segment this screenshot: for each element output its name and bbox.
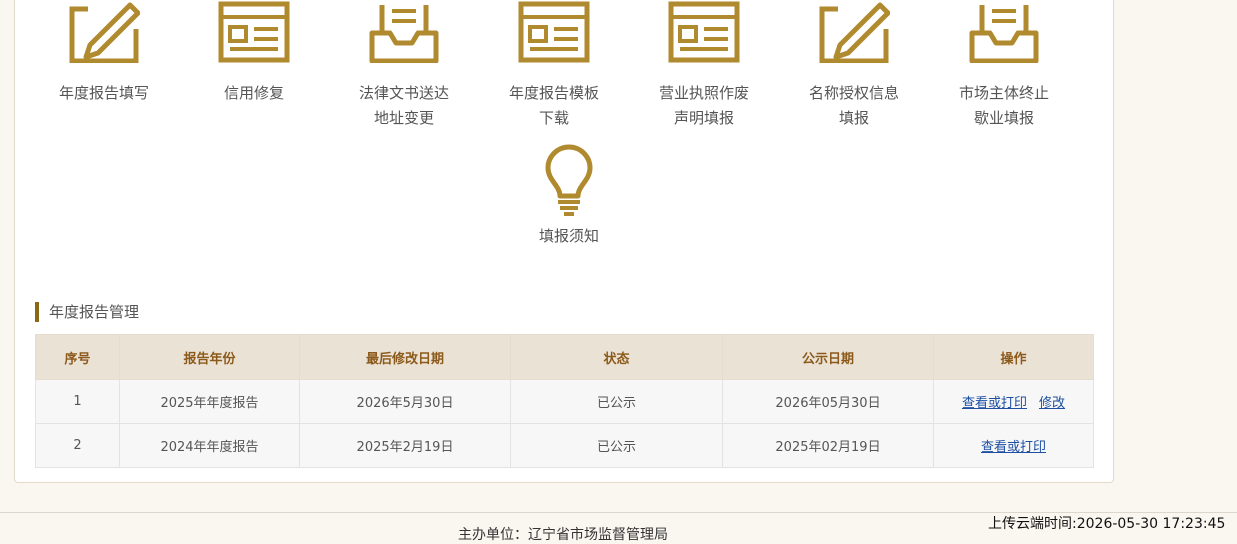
func-label: 营业执照作废 声明填报 bbox=[658, 84, 749, 127]
edit-pencil-icon bbox=[69, 2, 140, 63]
annual-report-table: 序号 报告年份 最后修改日期 状态 公示日期 操作 1 2025年年度报告 20… bbox=[35, 334, 1094, 468]
edit-link[interactable]: 修改 bbox=[1039, 396, 1065, 411]
cell-actions: 查看或打印 bbox=[933, 423, 1094, 468]
inbox-tray-icon bbox=[969, 5, 1039, 63]
func-label: 年度报告填写 bbox=[58, 84, 149, 102]
cell-no: 1 bbox=[35, 379, 120, 424]
col-header-actions: 操作 bbox=[933, 334, 1094, 380]
func-entity-termination[interactable]: 市场主体终止 歇业填报 bbox=[929, 1, 1079, 127]
section-title: 年度报告管理 bbox=[35, 302, 139, 322]
cell-year: 2025年年度报告 bbox=[119, 379, 300, 424]
table-row: 1 2025年年度报告 2026年5月30日 已公示 2026年05月30日 查… bbox=[35, 379, 1094, 424]
form-document-icon bbox=[218, 1, 290, 63]
view-print-link[interactable]: 查看或打印 bbox=[981, 440, 1046, 455]
cell-status: 已公示 bbox=[510, 423, 723, 468]
cell-modified: 2026年5月30日 bbox=[299, 379, 511, 424]
func-label: 法律文书送达 地址变更 bbox=[358, 84, 449, 127]
cell-modified: 2025年2月19日 bbox=[299, 423, 511, 468]
func-label: 信用修复 bbox=[223, 84, 284, 102]
func-legal-doc-address[interactable]: 法律文书送达 地址变更 bbox=[329, 1, 479, 127]
view-print-link[interactable]: 查看或打印 bbox=[962, 396, 1027, 411]
cell-published: 2026年05月30日 bbox=[722, 379, 934, 424]
col-header-status: 状态 bbox=[510, 334, 723, 380]
form-document-icon bbox=[518, 1, 590, 63]
cell-year: 2024年年度报告 bbox=[119, 423, 300, 468]
func-label: 市场主体终止 歇业填报 bbox=[958, 84, 1049, 127]
col-header-published: 公示日期 bbox=[722, 334, 934, 380]
func-name-authorization[interactable]: 名称授权信息 填报 bbox=[779, 1, 929, 127]
func-license-void[interactable]: 营业执照作废 声明填报 bbox=[629, 1, 779, 127]
footer-organizer: 主办单位：辽宁省市场监督管理局 bbox=[458, 527, 668, 543]
upload-time: 上传云端时间:2026-05-30 17:23:45 bbox=[988, 516, 1226, 532]
func-filling-notice[interactable]: 填报须知 bbox=[494, 144, 644, 254]
table-header-row: 序号 报告年份 最后修改日期 状态 公示日期 操作 bbox=[35, 334, 1094, 380]
form-document-icon bbox=[668, 1, 740, 63]
func-template-download[interactable]: 年度报告模板 下载 bbox=[479, 1, 629, 127]
table-row: 2 2024年年度报告 2025年2月19日 已公示 2025年02月19日 查… bbox=[35, 423, 1094, 468]
edit-pencil-icon bbox=[819, 2, 890, 63]
cell-no: 2 bbox=[35, 423, 120, 468]
col-header-year: 报告年份 bbox=[119, 334, 300, 380]
col-header-modified: 最后修改日期 bbox=[299, 334, 511, 380]
inbox-tray-icon bbox=[369, 5, 439, 63]
func-label: 填报须知 bbox=[538, 227, 599, 245]
cell-status: 已公示 bbox=[510, 379, 723, 424]
lightbulb-icon bbox=[545, 144, 593, 216]
cell-actions: 查看或打印 修改 bbox=[933, 379, 1094, 424]
col-header-no: 序号 bbox=[35, 334, 120, 380]
func-credit-repair[interactable]: 信用修复 bbox=[179, 1, 329, 126]
func-label: 名称授权信息 填报 bbox=[808, 84, 899, 127]
cell-published: 2025年02月19日 bbox=[722, 423, 934, 468]
func-label: 年度报告模板 下载 bbox=[508, 84, 599, 127]
func-annual-report-fill[interactable]: 年度报告填写 bbox=[29, 1, 179, 126]
